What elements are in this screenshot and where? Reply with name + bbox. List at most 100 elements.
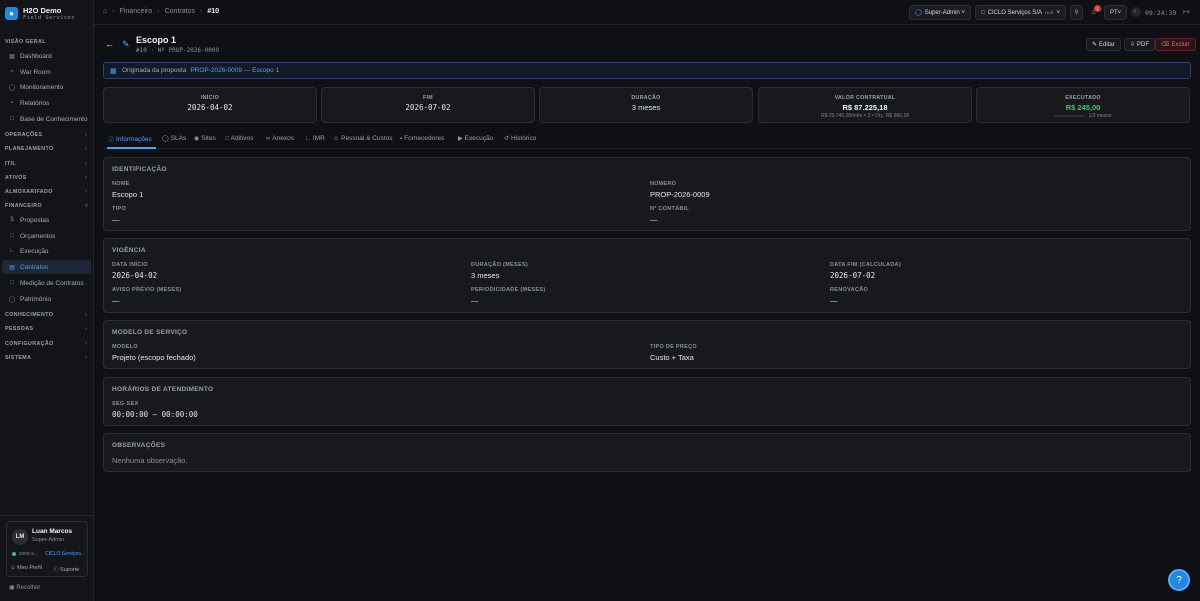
field-label: MODELO [112, 344, 138, 350]
breadcrumb-separator: › [157, 8, 160, 15]
field-label: DATA FIM (CALCULADA) [830, 262, 901, 268]
back-arrow-icon[interactable]: ← [105, 39, 114, 49]
origin-proposal-link[interactable]: PROP-2026-0009 — Escopo 1 [190, 67, 279, 74]
page-subtitle: #10 · Nº PROP-2026-0009 [136, 47, 220, 54]
stat-valor-contratual: VALOR CONTRATUAL R$ 87.225,18 R$ 29.745,… [758, 87, 972, 123]
nav-section-operacoes[interactable]: OPERAÇÕES › [5, 132, 90, 138]
chevron-right-icon: › [85, 326, 88, 332]
activity-icon: ◯ [8, 84, 16, 91]
brand-subtitle: Field Services [23, 15, 75, 21]
language-select[interactable]: PT ˅ [1104, 5, 1127, 20]
paperclip-icon: ∞ [266, 135, 271, 142]
nav-section-label: PESSOAS [5, 326, 34, 332]
building-icon: □ [981, 9, 985, 16]
support-link-label: Suporte [60, 567, 80, 573]
trash-icon: ⌫ [1161, 42, 1170, 48]
help-fab-button[interactable]: ? [1168, 569, 1190, 591]
sidebar-item-orcamentos[interactable]: □ Orçamentos [2, 229, 91, 243]
water-drop-icon: ● [5, 7, 18, 20]
sidebar-item-patrimonio[interactable]: ◯ Patrimônio [2, 292, 91, 306]
company-select[interactable]: □ CICLO Serviços S/A Hub ˅ [975, 5, 1066, 20]
breadcrumb-financeiro[interactable]: Financeiro [120, 8, 153, 15]
sidebar-item-propostas[interactable]: $ Propostas [2, 213, 91, 227]
document-icon: ▤ [9, 264, 15, 271]
divider [0, 515, 94, 516]
nav-section-sistema[interactable]: SISTEMA › [5, 355, 90, 361]
sidebar-item-war-room[interactable]: ≈ War Room [2, 65, 91, 79]
nav-section-ativos[interactable]: ATIVOS › [5, 175, 90, 181]
sidebar-item-monitoramento[interactable]: ◯ Monitoramento [2, 80, 91, 94]
role-select[interactable]: ◯ Super-Admin ˅ [909, 5, 971, 20]
sidebar-item-relatorios[interactable]: ▪ Relatórios [2, 96, 91, 110]
sidebar-item-label: Medição de Contratos [20, 279, 84, 287]
user-company-link[interactable]: CICLO Serviços... [45, 551, 85, 557]
chart-icon: ∟ [9, 248, 15, 254]
tab-aditivos[interactable]: □ Aditivos [225, 135, 253, 142]
nav-section-planejamento[interactable]: PLANEJAMENTO › [5, 146, 90, 152]
sidebar: ● H2O Demo Field Services VISÃO GERAL ▦ D… [0, 0, 94, 601]
chevron-right-icon: › [85, 161, 88, 167]
language-value: PT [1110, 9, 1118, 16]
pdf-button[interactable]: ⇩ PDF [1124, 38, 1156, 51]
logout-icon[interactable]: ↦ [1183, 7, 1190, 16]
card-observacoes: OBSERVAÇÕES Nenhuma observação. [103, 433, 1191, 472]
stat-value: R$ 87.225,18 [842, 103, 888, 112]
shield-icon: ◯ [162, 136, 169, 142]
shield-icon: ◯ [915, 10, 922, 16]
nav-section-almoxarifado[interactable]: ALMOXARIFADO › [5, 189, 90, 195]
breadcrumb-contratos[interactable]: Contratos [165, 8, 195, 15]
contract-edit-icon: ✎ [122, 39, 130, 49]
nav-section-itil[interactable]: ITIL › [5, 161, 90, 167]
nav-section-configuracao[interactable]: CONFIGURAÇÃO › [5, 341, 90, 347]
chevron-down-icon: ˅ [961, 9, 965, 16]
tab-label: IMR [312, 135, 325, 142]
stat-label: INÍCIO [201, 95, 219, 101]
nav-section-label: FINANCEIRO [5, 203, 42, 209]
card-title: VIGÊNCIA [112, 247, 146, 254]
sidebar-item-execucao[interactable]: ∟ Execução [2, 244, 91, 258]
tab-informacoes[interactable]: ⓘ Informações [108, 135, 152, 144]
tab-label: SLAs [170, 135, 187, 142]
tab-execucao[interactable]: ▶ Execução [458, 135, 493, 142]
edit-button[interactable]: ✎ Editar [1086, 38, 1121, 51]
sidebar-item-dashboard[interactable]: ▦ Dashboard [2, 49, 91, 63]
home-icon[interactable]: ⌂ [103, 8, 107, 15]
ruler-icon: □ [10, 280, 14, 286]
sidebar-item-label: Propostas [20, 216, 50, 224]
sidebar-item-medicao[interactable]: □ Medição de Contratos [2, 276, 91, 290]
theme-toggle[interactable]: ☾ [1131, 7, 1141, 17]
nav-section-financeiro[interactable]: FINANCEIRO ˅ [5, 203, 90, 209]
stat-label: DURAÇÃO [631, 95, 661, 101]
tab-sites[interactable]: ◉ Sites [194, 135, 216, 142]
tab-imr[interactable]: ∟ IMR [305, 135, 325, 142]
collapse-button[interactable]: ▣ Recolher [9, 584, 40, 591]
profile-link[interactable]: ☺ Meu Perfil [10, 565, 42, 571]
sidebar-item-base-conhecimento[interactable]: □ Base de Conhecimento [2, 112, 91, 126]
nav-section-pessoas[interactable]: PESSOAS › [5, 326, 90, 332]
user-card[interactable]: LM Luan Marcos Super-Admin zone.s... CIC… [6, 521, 88, 577]
search-button[interactable]: ⚲ [1070, 5, 1083, 20]
field-value: PROP-2026-0009 [650, 190, 710, 199]
stat-value: R$ 245,00 [1065, 103, 1101, 112]
edit-button-label: Editar [1099, 41, 1115, 48]
nav-section-conhecimento[interactable]: CONHECIMENTO › [5, 312, 90, 318]
sidebar-item-label: Relatórios [20, 99, 50, 107]
tab-fornecedores[interactable]: ▪ Fornecedores [400, 135, 444, 142]
profile-link-label: Meu Perfil [17, 565, 42, 571]
tab-label: Execução [464, 135, 494, 142]
tab-historico[interactable]: ↺ Histórico [504, 135, 536, 142]
tab-slas[interactable]: ◯ SLAs [162, 135, 186, 142]
nav-section-visao-geral[interactable]: VISÃO GERAL [5, 39, 46, 45]
chevron-right-icon: › [85, 132, 88, 138]
brand[interactable]: ● H2O Demo Field Services [5, 6, 75, 21]
tab-label: Aditivos [230, 135, 254, 142]
tab-pessoal-custos[interactable]: ☺ Pessoal & Custos [333, 135, 392, 142]
bar-chart-icon: ▪ [10, 100, 14, 106]
tab-anexos[interactable]: ∞ Anexos [266, 135, 294, 142]
delete-button[interactable]: ⌫ Excluir [1155, 38, 1196, 51]
sidebar-item-contratos[interactable]: ▤ Contratos [2, 260, 91, 274]
card-modelo-servico: MODELO DE SERVIÇO MODELO Projeto (escopo… [103, 320, 1191, 369]
field-label: TIPO DE PREÇO [650, 344, 697, 350]
support-link[interactable]: ⓘ Suporte [53, 565, 79, 573]
field-label: NOME [112, 181, 130, 187]
